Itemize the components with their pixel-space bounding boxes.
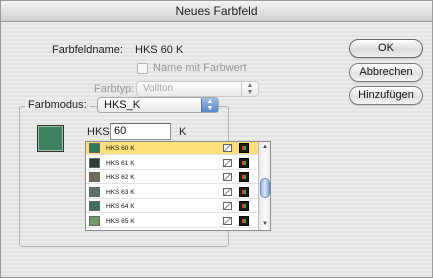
swatch-color-chip xyxy=(89,201,100,212)
scroll-thumb[interactable] xyxy=(260,178,270,199)
name-with-value-checkbox[interactable] xyxy=(137,63,148,74)
color-type-value: Vollton xyxy=(143,83,174,94)
swatch-name-label: Farbfeldname: xyxy=(52,44,123,56)
swatch-name: HKS 65 K xyxy=(106,218,135,225)
color-mode-icon xyxy=(239,201,249,212)
scroll-up-arrow-icon[interactable]: ▲ xyxy=(259,142,270,153)
spot-color-icon xyxy=(223,173,232,182)
swatch-color-chip xyxy=(89,143,100,153)
window-title: Neues Farbfeld xyxy=(1,1,432,22)
swatch-color-chip xyxy=(89,172,100,183)
add-button[interactable]: Hinzufügen xyxy=(349,86,423,105)
swatch-list-row[interactable]: HKS 63 K xyxy=(86,186,258,199)
name-with-value-label: Name mit Farbwert xyxy=(153,62,247,74)
updown-arrows-icon: ▲ ▼ xyxy=(201,98,218,112)
dialog-window: Neues Farbfeld Farbfeldname: HKS 60 K Na… xyxy=(0,0,433,278)
color-mode-select[interactable]: HKS_K ▲ ▼ xyxy=(97,97,219,113)
hks-number-input[interactable]: 60 xyxy=(110,123,171,140)
swatch-name: HKS 60 K xyxy=(106,145,135,152)
cancel-button[interactable]: Abbrechen xyxy=(349,63,423,82)
hks-suffix-label: K xyxy=(179,126,187,138)
color-mode-icon xyxy=(239,143,249,153)
color-mode-label: Farbmodus: xyxy=(25,99,90,111)
color-mode-icon xyxy=(239,216,249,226)
scroll-down-arrow-icon[interactable]: ▼ xyxy=(259,219,270,230)
color-mode-icon xyxy=(239,157,249,168)
swatch-list-row[interactable]: HKS 61 K xyxy=(86,157,258,170)
color-type-label: Farbtyp: xyxy=(94,83,135,95)
color-mode-value: HKS_K xyxy=(104,99,141,111)
swatch-color-chip xyxy=(89,186,100,197)
swatch-name-value: HKS 60 K xyxy=(135,44,184,56)
updown-arrows-icon: ▲ ▼ xyxy=(241,82,258,96)
spot-color-icon xyxy=(223,187,232,196)
color-type-select[interactable]: Vollton ▲ ▼ xyxy=(136,81,259,97)
spot-color-icon xyxy=(223,158,232,167)
color-preview-swatch xyxy=(37,125,64,152)
swatch-name: HKS 61 K xyxy=(106,159,135,167)
swatch-list-row[interactable]: HKS 65 K xyxy=(86,215,258,228)
spot-color-icon xyxy=(223,217,232,225)
list-scrollbar[interactable]: ▲ ▼ xyxy=(258,142,270,230)
swatch-color-chip xyxy=(89,216,100,226)
swatch-name: HKS 62 K xyxy=(106,174,135,182)
swatch-name: HKS 63 K xyxy=(106,188,135,196)
swatch-name: HKS 64 K xyxy=(106,203,135,211)
color-mode-icon xyxy=(239,172,249,183)
swatch-list-row[interactable]: HKS 62 K xyxy=(86,171,258,185)
hks-label: HKS xyxy=(87,126,110,138)
ok-button[interactable]: OK xyxy=(349,39,423,58)
hks-swatch-list[interactable]: HKS 65 K HKS 64 K HKS 63 K HKS 62 K HKS 61 K… xyxy=(85,141,271,231)
swatch-color-chip xyxy=(89,157,100,168)
spot-color-icon xyxy=(223,202,232,211)
swatch-list-row[interactable]: HKS 60 K xyxy=(86,142,258,155)
spot-color-icon xyxy=(223,144,232,152)
swatch-list-row[interactable]: HKS 64 K xyxy=(86,200,258,214)
color-mode-icon xyxy=(239,186,249,197)
